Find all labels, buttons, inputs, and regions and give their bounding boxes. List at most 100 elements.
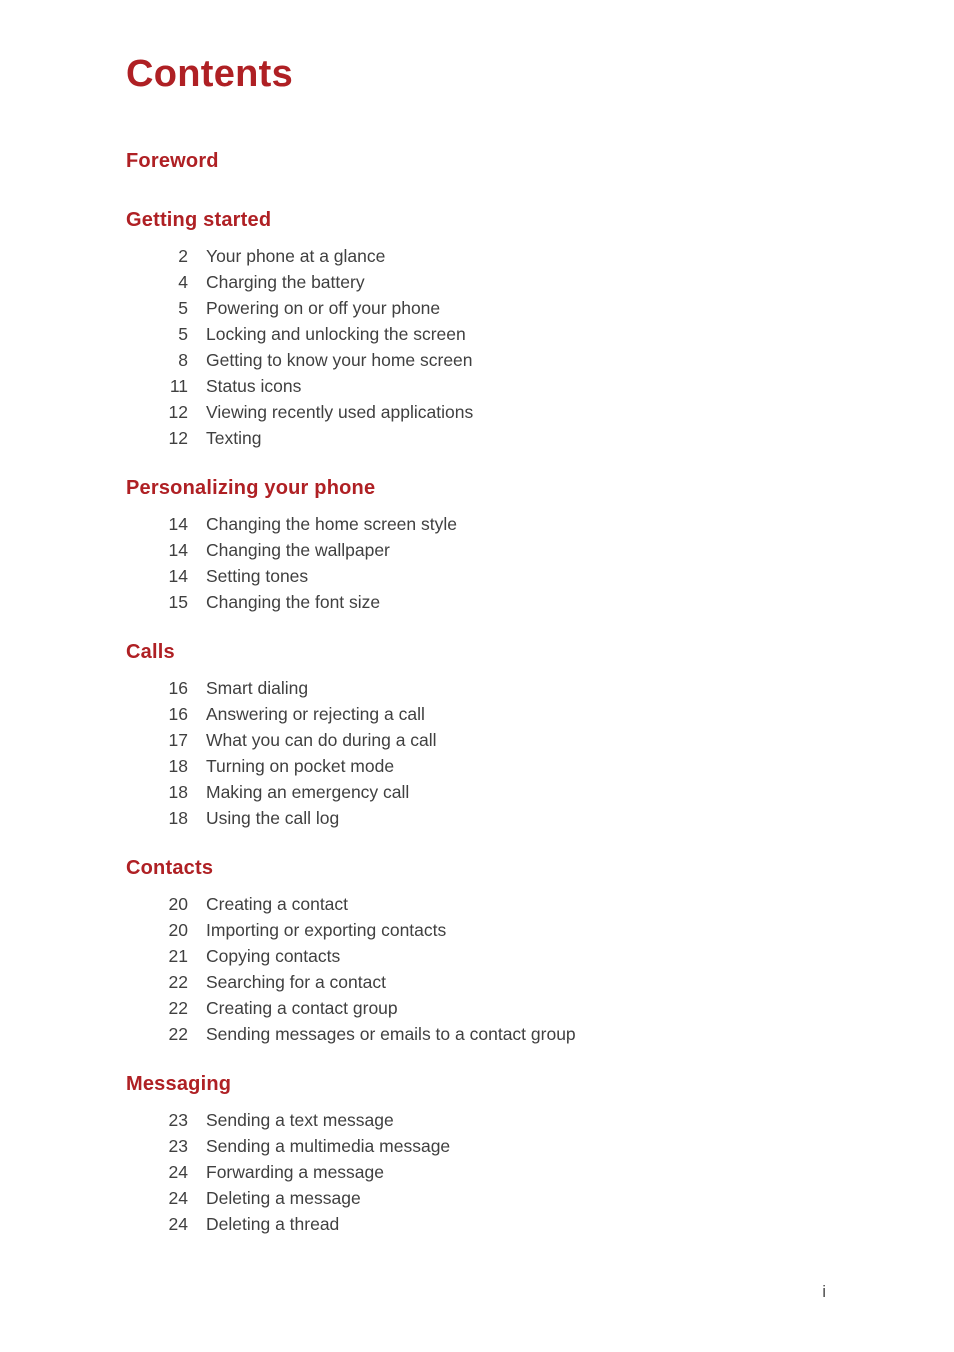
toc-entry[interactable]: 24 Deleting a message: [126, 1185, 826, 1211]
toc-entry[interactable]: 2 Your phone at a glance: [126, 243, 826, 269]
toc-section: Getting started 2 Your phone at a glance 4 C…: [126, 207, 826, 475]
toc-entry[interactable]: 18 Using the call log: [126, 805, 826, 831]
toc-entry-title: Copying contacts: [206, 946, 341, 966]
toc-entry-page-number: 23: [168, 1136, 188, 1156]
toc-entry-page-number: 20: [168, 920, 188, 940]
toc-entry[interactable]: 8 Getting to know your home screen: [126, 347, 826, 373]
toc-entry[interactable]: 14 Setting tones: [126, 563, 826, 589]
document-page: Contents Foreword Getting started 2 Your ph…: [0, 0, 954, 1352]
toc-entry-page-number: 18: [168, 756, 188, 776]
toc-section-heading[interactable]: Messaging: [126, 1071, 826, 1097]
toc-entry-page-number: 16: [168, 704, 188, 724]
toc-entry[interactable]: 14 Changing the wallpaper: [126, 537, 826, 563]
toc-entry-page-number: 5: [178, 324, 188, 344]
toc-section-spacer: [126, 451, 826, 475]
toc-entry-title: Your phone at a glance: [206, 246, 386, 266]
toc-section-spacer: [126, 615, 826, 639]
toc-entry[interactable]: 5 Powering on or off your phone: [126, 295, 826, 321]
toc-entry-title: Getting to know your home screen: [206, 350, 473, 370]
toc-entry[interactable]: 14 Changing the home screen style: [126, 511, 826, 537]
toc-entry[interactable]: 16 Smart dialing: [126, 675, 826, 701]
toc-section-heading[interactable]: Personalizing your phone: [126, 475, 826, 501]
toc-entry-page-number: 24: [168, 1214, 188, 1234]
toc-section: Messaging 23 Sending a text message 23 Sendi…: [126, 1071, 826, 1261]
toc-entry[interactable]: 20 Creating a contact: [126, 891, 826, 917]
toc-section: Contacts 20 Creating a contact 20 Importing …: [126, 855, 826, 1071]
toc-section-heading[interactable]: Foreword: [126, 148, 826, 174]
toc-entry-title: Texting: [206, 428, 262, 448]
toc-entry[interactable]: 23 Sending a multimedia message: [126, 1133, 826, 1159]
toc-entry[interactable]: 22 Sending messages or emails to a contac…: [126, 1021, 826, 1047]
toc-section-heading[interactable]: Getting started: [126, 207, 826, 233]
toc-entry-page-number: 16: [168, 678, 188, 698]
toc-entry-list: 23 Sending a text message 23 Sending a mult…: [126, 1107, 826, 1237]
page-title: Contents: [126, 53, 294, 95]
toc-entry-title: Deleting a message: [206, 1188, 361, 1208]
toc-entry-title: Making an emergency call: [206, 782, 410, 802]
toc-entry[interactable]: 12 Texting: [126, 425, 826, 451]
toc-entry-page-number: 14: [168, 566, 188, 586]
page-content: Contents Foreword Getting started 2 Your ph…: [126, 52, 826, 1261]
toc-entry[interactable]: 20 Importing or exporting contacts: [126, 917, 826, 943]
toc-entry[interactable]: 4 Charging the battery: [126, 269, 826, 295]
toc-section-heading[interactable]: Calls: [126, 639, 826, 665]
toc-entry-page-number: 4: [178, 272, 188, 292]
toc-entry-title: Powering on or off your phone: [206, 298, 441, 318]
toc-section-heading[interactable]: Contacts: [126, 855, 826, 881]
toc-entry[interactable]: 24 Deleting a thread: [126, 1211, 826, 1237]
toc-entry-title: Changing the font size: [206, 592, 381, 612]
toc-entry[interactable]: 12 Viewing recently used applications: [126, 399, 826, 425]
toc-entry-title: Forwarding a message: [206, 1162, 384, 1182]
toc-entry-title: Importing or exporting contacts: [206, 920, 447, 940]
toc-entry-title: Locking and unlocking the screen: [206, 324, 466, 344]
toc-entry[interactable]: 15 Changing the font size: [126, 589, 826, 615]
toc-entry-page-number: 11: [169, 376, 188, 396]
toc-entry-page-number: 20: [168, 894, 188, 914]
toc-entry[interactable]: 22 Searching for a contact: [126, 969, 826, 995]
toc-entry-page-number: 18: [168, 808, 188, 828]
toc-entry[interactable]: 23 Sending a text message: [126, 1107, 826, 1133]
toc-entry-title: Sending a text message: [206, 1110, 394, 1130]
toc-entry-page-number: 12: [168, 428, 188, 448]
toc-entry-list: 14 Changing the home screen style 14 Changi…: [126, 511, 826, 615]
toc-entry-page-number: 24: [168, 1188, 188, 1208]
toc-entry-title: Sending messages or emails to a contact …: [206, 1024, 576, 1044]
toc-entry[interactable]: 17 What you can do during a call: [126, 727, 826, 753]
toc-entry-title: Changing the home screen style: [206, 514, 457, 534]
toc-entry-page-number: 15: [168, 592, 188, 612]
toc-entry-page-number: 22: [168, 972, 188, 992]
toc-entry[interactable]: 16 Answering or rejecting a call: [126, 701, 826, 727]
toc-entry-title: Deleting a thread: [206, 1214, 340, 1234]
toc-entry-page-number: 8: [178, 350, 188, 370]
toc-entry[interactable]: 18 Turning on pocket mode: [126, 753, 826, 779]
toc-entry-page-number: 12: [168, 402, 188, 422]
toc-entry-title: Smart dialing: [206, 678, 309, 698]
toc-entry-list: 16 Smart dialing 16 Answering or rejecting …: [126, 675, 826, 831]
toc-entry-title: What you can do during a call: [206, 730, 437, 750]
toc-entry-title: Searching for a contact: [206, 972, 386, 992]
toc-entry-page-number: 17: [168, 730, 188, 750]
toc-entry-page-number: 24: [168, 1162, 188, 1182]
toc-entry-list: 2 Your phone at a glance 4 Charging the bat…: [126, 243, 826, 451]
toc-entry-title: Sending a multimedia message: [206, 1136, 451, 1156]
toc-entry-page-number: 5: [178, 298, 188, 318]
toc-entry[interactable]: 21 Copying contacts: [126, 943, 826, 969]
toc-entry[interactable]: 22 Creating a contact group: [126, 995, 826, 1021]
toc-section: Foreword: [126, 148, 826, 207]
toc-entry[interactable]: 24 Forwarding a message: [126, 1159, 826, 1185]
toc-entry-title: Status icons: [206, 376, 302, 396]
toc-entry-title: Using the call log: [206, 808, 340, 828]
toc-entry-list: 20 Creating a contact 20 Importing or expor…: [126, 891, 826, 1047]
toc-entry-title: Setting tones: [206, 566, 309, 586]
toc-entry-title: Viewing recently used applications: [206, 402, 474, 422]
toc-entry[interactable]: 11 Status icons: [126, 373, 826, 399]
page-folio: i: [822, 1282, 826, 1301]
toc-entry-page-number: 21: [168, 946, 188, 966]
toc-entry[interactable]: 5 Locking and unlocking the screen: [126, 321, 826, 347]
toc-entry-title: Creating a contact group: [206, 998, 398, 1018]
toc-entry-page-number: 23: [168, 1110, 188, 1130]
toc-section: Personalizing your phone 14 Changing the h…: [126, 475, 826, 639]
toc-entry[interactable]: 18 Making an emergency call: [126, 779, 826, 805]
toc-entry-page-number: 2: [178, 246, 188, 266]
table-of-contents: Foreword Getting started 2 Your phone at a …: [126, 148, 826, 1261]
